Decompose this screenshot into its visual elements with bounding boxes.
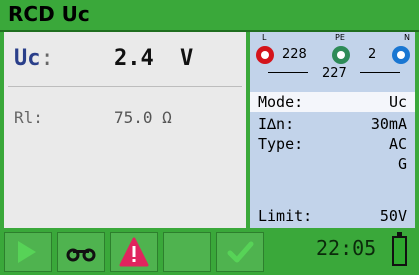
settings-panel: L PE N 228 2 227 Mode: Uc I∆n: 30mA Type… [250, 32, 415, 228]
voltage-l-n: 227 [322, 66, 347, 81]
voltage-pe-n: 2 [368, 47, 377, 62]
headphones-icon [66, 248, 96, 262]
param-value: G [397, 155, 407, 173]
terminal-voltage-monitor: L PE N 228 2 227 [250, 32, 415, 88]
voltage-line-right [360, 72, 400, 73]
param-key: Mode: [258, 93, 304, 111]
param-key: I∆n: [258, 115, 295, 133]
uc-unit: V [180, 46, 194, 71]
empty-button[interactable] [163, 232, 211, 272]
instrument-screen: RCD Uc Uc: 2.4 V Rl: 75.0 Ω L PE N 228 2… [0, 0, 419, 275]
param-mode[interactable]: Mode: Uc [250, 92, 415, 112]
rl-label: Rl: [14, 108, 43, 127]
param-type-sub: G [250, 154, 415, 174]
param-value: 30mA [370, 115, 407, 133]
parameter-list: Mode: Uc I∆n: 30mA Type: AC G Limit: 50V [250, 90, 415, 228]
rl-value: 75.0 Ω [114, 108, 172, 127]
param-idn[interactable]: I∆n: 30mA [250, 114, 415, 134]
pass-button[interactable] [216, 232, 264, 272]
param-limit[interactable]: Limit: 50V [250, 206, 415, 226]
voltage-l-pe: 228 [282, 47, 307, 62]
n-terminal-icon [392, 46, 410, 64]
clock: 22:05 [316, 236, 377, 260]
uc-result-row: Uc: 2.4 V [8, 44, 244, 80]
l-terminal-label: L [262, 33, 267, 42]
title-bar: RCD Uc [0, 0, 419, 32]
param-key: Type: [258, 135, 304, 153]
uc-value: 2.4 [114, 46, 154, 71]
uc-label: Uc: [14, 46, 54, 71]
param-type[interactable]: Type: AC [250, 134, 415, 154]
voltage-line-left [268, 72, 308, 73]
l-terminal-icon [256, 46, 274, 64]
param-value: AC [388, 135, 407, 153]
pe-terminal-icon [332, 46, 350, 64]
play-icon [18, 241, 36, 263]
status-bar: 22:05 [0, 230, 419, 275]
pe-terminal-label: PE [335, 33, 345, 42]
start-button[interactable] [4, 232, 52, 272]
checkmark-icon [227, 241, 254, 263]
warning-icon [119, 237, 149, 267]
screen-title: RCD Uc [8, 2, 90, 26]
param-value: Uc [388, 93, 407, 111]
result-panel: Uc: 2.4 V Rl: 75.0 Ω [4, 32, 246, 228]
divider [8, 86, 242, 87]
sound-button[interactable] [57, 232, 105, 272]
param-value: 50V [379, 207, 407, 225]
warning-button[interactable] [110, 232, 158, 272]
battery-icon [392, 232, 407, 266]
n-terminal-label: N [404, 33, 410, 42]
param-key: Limit: [258, 207, 313, 225]
